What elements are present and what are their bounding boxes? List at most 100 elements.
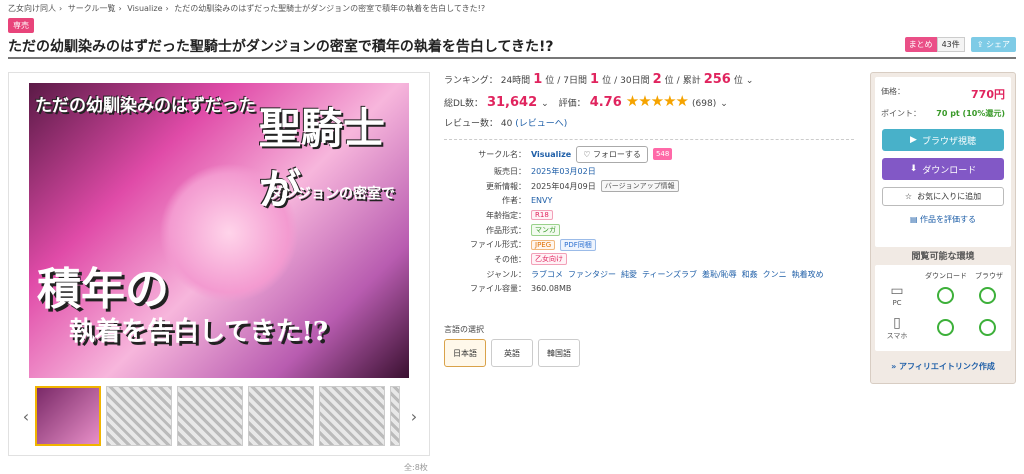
available-icon [979, 287, 996, 304]
top-actions: まとめ 43件 ⇪ シェア [904, 37, 1016, 52]
chevron-right-icon[interactable]: › [405, 407, 423, 426]
genre-link[interactable]: 執着攻め [792, 269, 824, 280]
follow-label: フォローする [592, 149, 641, 159]
download-button[interactable]: ⬇ ダウンロード [882, 158, 1004, 180]
available-icon [979, 319, 996, 336]
rating-label: 評価： [558, 99, 586, 109]
chevron-down-icon[interactable]: ⌄ [746, 76, 754, 86]
breadcrumb-link[interactable]: Visualize [127, 4, 162, 13]
rating-value: 4.76 [589, 95, 622, 110]
point-label: ポイント： [881, 109, 921, 118]
ranking-suffix: 位 [664, 76, 674, 86]
ranking-row: ランキング： 24時間 1 位/ 7日間 1 位/ 30日間 2 位 / 累計 2… [444, 72, 754, 87]
matome-button[interactable]: まとめ 43件 [904, 37, 965, 52]
format-badge[interactable]: マンガ [531, 224, 560, 237]
download-label: ダウンロード [922, 165, 977, 176]
cover-title-line: 執着を告白してきた!? [69, 317, 329, 347]
purchase-panel: 価格： 770円 ポイント： 70 pt (10%還元) ▶ ブラウザ視聴 ⬇ ダウ… [870, 72, 1016, 384]
spec-label: 作品形式： [486, 225, 526, 235]
ranking-value: 256 [703, 72, 731, 87]
star-rating-icon: ★★★★★ [625, 92, 689, 110]
review-link[interactable]: (レビューへ) [515, 119, 567, 129]
sale-date-link[interactable]: 2025年03月02日 [531, 166, 596, 177]
chevron-down-icon[interactable]: ⌄ [720, 99, 728, 109]
evaluate-link[interactable]: ▤ 作品を評価する [882, 214, 1004, 225]
star-icon: ☆ [904, 192, 913, 201]
ranking-value: 1 [533, 72, 543, 87]
thumbnail[interactable] [106, 386, 172, 446]
spec-label: サークル名： [478, 149, 526, 159]
env-col-browser: ブラウザ [975, 272, 1003, 280]
filetype-badge[interactable]: JPEG [531, 239, 556, 250]
exclusive-badge: 専売 [8, 18, 34, 33]
env-row-pc: PC [892, 299, 902, 307]
breadcrumb: 乙女向け同人 › サークル一覧 › Visualize › ただの幼馴染みのはずだった… [8, 4, 486, 13]
breadcrumb-link[interactable]: 乙女向け同人 [8, 4, 56, 13]
ranking-value: 1 [590, 72, 600, 87]
cloud-download-icon: ⬇ [909, 164, 918, 174]
browser-view-label: ブラウザ視聴 [921, 136, 976, 147]
language-label: 言語の選択 [444, 325, 484, 334]
follow-button[interactable]: ♡ フォローする [576, 145, 648, 163]
spec-label: 作者： [502, 196, 526, 206]
thumbnail[interactable] [248, 386, 314, 446]
genre-link[interactable]: 純愛 [621, 269, 637, 280]
spec-label: 販売日： [494, 166, 526, 176]
language-option-ko[interactable]: 韓国語 [538, 339, 580, 367]
env-row-phone: スマホ [886, 332, 908, 340]
ranking-value: 2 [652, 72, 662, 87]
pc-icon: ▭ [890, 283, 904, 299]
document-icon: ▤ [909, 215, 918, 224]
add-favorite-button[interactable]: ☆ お気に入りに追加 [882, 187, 1004, 206]
genre-link[interactable]: 羞恥/恥辱 [702, 269, 737, 280]
page-title: ただの幼馴染みのはずだった聖騎士がダンジョンの密室で積年の執着を告白してきた!? [8, 39, 554, 55]
work-spec-table: サークル名： Visualize ♡ フォローする 548 販売日： 2025年… [444, 144, 864, 296]
matome-label: まとめ [904, 37, 937, 52]
spec-label: 年齢指定： [486, 210, 526, 220]
spec-label: 更新情報： [486, 181, 526, 191]
divider [444, 139, 854, 140]
genre-link[interactable]: 和姦 [742, 269, 758, 280]
thumbnail[interactable] [319, 386, 385, 446]
chevron-down-icon[interactable]: ⌄ [541, 99, 549, 109]
thumbnail-strip: ‹ › [17, 381, 423, 451]
cover-image[interactable]: ただの幼馴染みのはずだった 聖騎士が ダンジョンの密室で 積年の 執着を告白して… [29, 83, 409, 378]
share-button[interactable]: ⇪ シェア [970, 37, 1016, 52]
filetype-badge[interactable]: PDF同梱 [560, 238, 596, 251]
browser-view-button[interactable]: ▶ ブラウザ視聴 [882, 129, 1004, 151]
review-label: レビュー数： [444, 119, 499, 129]
genre-link[interactable]: ファンタジー [568, 269, 616, 280]
circle-link[interactable]: Visualize [531, 150, 571, 159]
purchase-box: 価格： 770円 ポイント： 70 pt (10%還元) ▶ ブラウザ視聴 ⬇ ダウ… [875, 77, 1011, 247]
author-link[interactable]: ENVY [531, 196, 552, 205]
language-option-ja[interactable]: 日本語 [444, 339, 486, 367]
age-rating-badge[interactable]: R18 [531, 210, 553, 221]
genre-link[interactable]: クンニ [763, 269, 787, 280]
share-icon: ⇪ [976, 40, 984, 49]
update-date: 2025年04月09日 [531, 181, 596, 191]
review-row: レビュー数： 40 (レビューへ) [444, 116, 854, 129]
affiliate-link[interactable]: » アフィリエイトリンク作成 [875, 361, 1011, 372]
thumbnail[interactable] [390, 386, 400, 446]
other-badge[interactable]: 乙女向け [531, 253, 567, 266]
breadcrumb-link[interactable]: サークル一覧 [68, 4, 116, 13]
genre-link[interactable]: ティーンズラブ [642, 269, 697, 280]
spec-label: ファイル形式： [470, 240, 526, 250]
language-selector: 言語の選択 日本語 英語 韓国語 [444, 324, 580, 367]
price-label: 価格： [881, 87, 905, 96]
ranking-suffix: 位 [545, 76, 555, 86]
spec-label: その他： [494, 254, 526, 264]
version-info-button[interactable]: バージョンアップ情報 [600, 180, 679, 193]
rating-count: (698) [692, 99, 717, 109]
image-gallery: ただの幼馴染みのはずだった 聖騎士が ダンジョンの密室で 積年の 執着を告白して… [8, 72, 430, 456]
language-option-en[interactable]: 英語 [491, 339, 533, 367]
work-summary: ランキング： 24時間 1 位/ 7日間 1 位/ 30日間 2 位 / 累計 2… [444, 72, 854, 140]
breadcrumb-current: ただの幼馴染みのはずだった聖騎士がダンジョンの密室で積年の執着を告白してきた!? [174, 4, 486, 13]
cover-title-line: ただの幼馴染みのはずだった [35, 96, 256, 116]
chevron-left-icon[interactable]: ‹ [17, 407, 35, 426]
environment-title: 閲覧可能な環境 [911, 252, 975, 262]
thumbnail[interactable] [35, 386, 101, 446]
thumbnail[interactable] [177, 386, 243, 446]
genre-link[interactable]: ラブコメ [531, 269, 563, 280]
follow-count: 548 [652, 148, 673, 160]
